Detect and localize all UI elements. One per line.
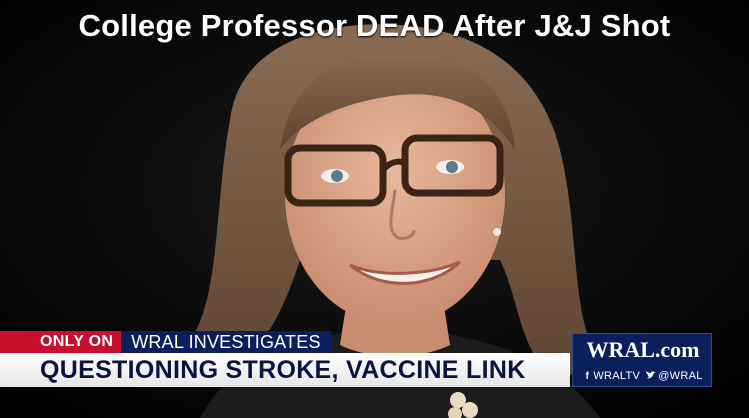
twitter-icon	[646, 371, 657, 379]
segment-tag: WRAL INVESTIGATES	[121, 331, 331, 353]
facebook-handle: WRALTV	[593, 370, 641, 382]
station-logo: WRAL.com	[586, 337, 700, 362]
only-on-tag: ONLY ON	[0, 331, 122, 353]
tag-row: ONLY ON WRAL INVESTIGATES	[0, 331, 331, 353]
twitter-handle: @WRAL	[658, 370, 703, 382]
social-handles: f WRALTV @WRAL	[573, 370, 713, 382]
lower-third: ONLY ON WRAL INVESTIGATES QUESTIONING ST…	[0, 331, 749, 418]
headline-banner: QUESTIONING STROKE, VACCINE LINK	[0, 353, 570, 387]
headline: College Professor DEAD After J&J Shot	[78, 8, 671, 43]
facebook-icon: f	[585, 371, 590, 382]
station-brand: WRAL.com f WRALTV @WRAL	[572, 333, 712, 387]
video-frame: College Professor DEAD After J&J Shot ON…	[0, 0, 749, 418]
